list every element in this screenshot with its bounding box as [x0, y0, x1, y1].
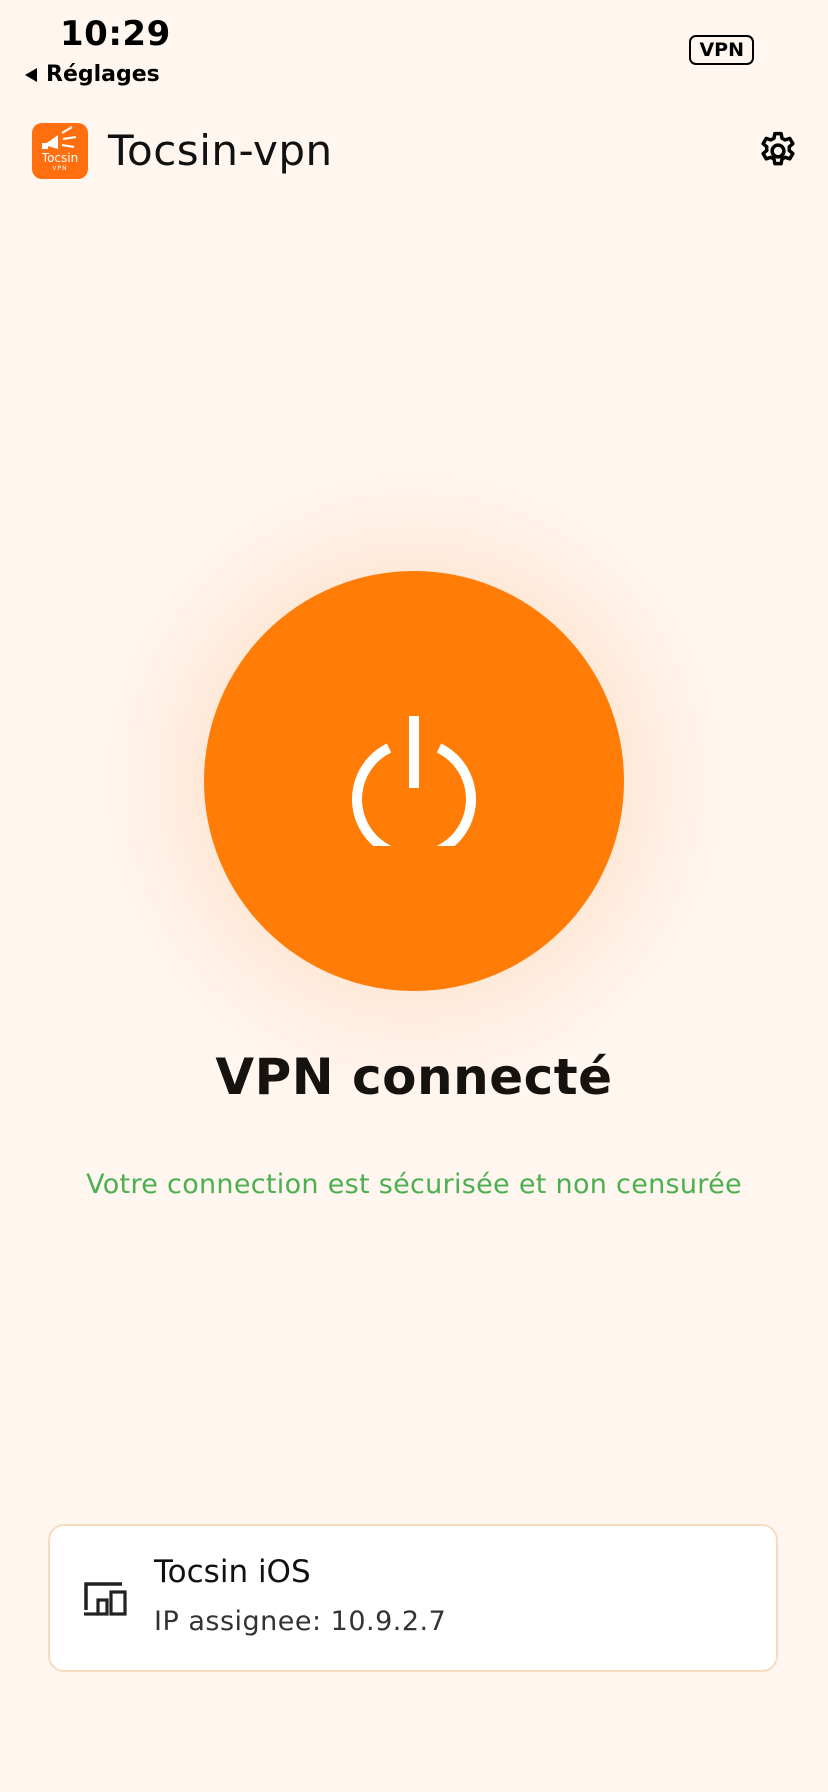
logo-subtext: VPN — [52, 165, 68, 172]
app-logo: Tocsin VPN — [32, 123, 88, 179]
status-time: 10:29 — [60, 14, 171, 54]
vpn-power-button[interactable] — [204, 571, 624, 991]
devices-icon — [82, 1580, 130, 1625]
gear-icon — [761, 131, 795, 166]
logo-text: Tocsin — [41, 151, 79, 165]
megaphone-icon — [42, 126, 77, 149]
device-card[interactable]: Tocsin iOS IP assignee: 10.9.2.7 — [48, 1524, 778, 1672]
vpn-status-subtitle: Votre connection est sécurisée et non ce… — [86, 1169, 742, 1200]
settings-button[interactable] — [756, 129, 800, 173]
power-icon — [352, 716, 476, 846]
vpn-status-title: VPN connecté — [215, 1048, 613, 1106]
back-link-label: Réglages — [46, 62, 160, 87]
app-header: Tocsin VPN Tocsin-vpn — [0, 118, 828, 184]
back-to-settings-link[interactable]: Réglages — [24, 62, 160, 87]
device-name: Tocsin iOS — [154, 1554, 311, 1590]
device-ip: IP assignee: 10.9.2.7 — [154, 1606, 447, 1637]
vpn-status-badge: VPN — [689, 35, 754, 65]
app-title: Tocsin-vpn — [108, 126, 333, 175]
back-triangle-icon — [24, 67, 38, 83]
status-bar: 10:29 Réglages VPN — [0, 0, 828, 100]
